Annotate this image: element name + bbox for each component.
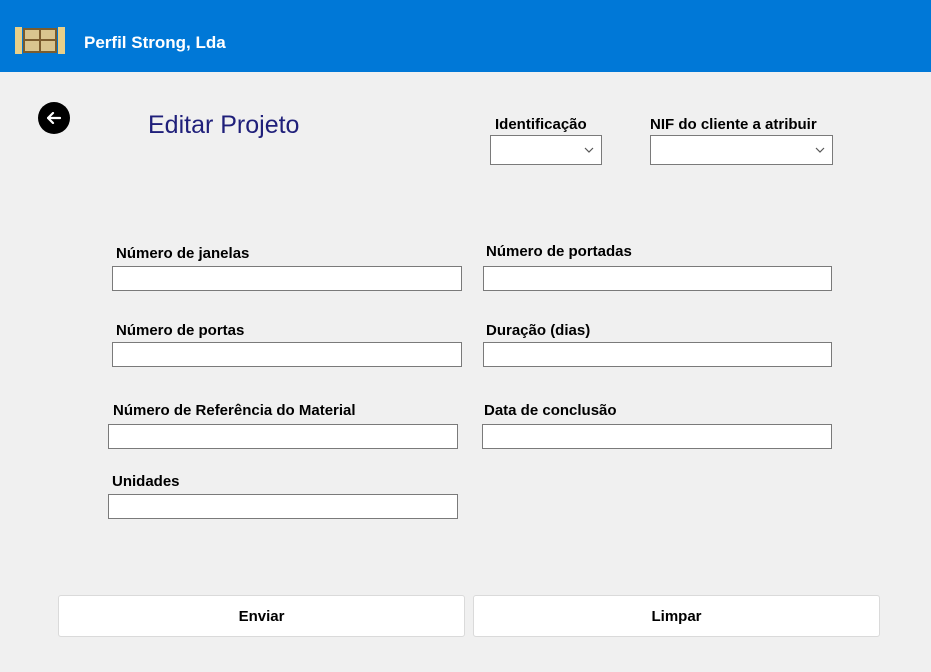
back-button[interactable] xyxy=(38,102,70,134)
unidades-label: Unidades xyxy=(112,473,180,490)
duracao-dias-label: Duração (dias) xyxy=(486,322,591,339)
ref-material-label: Número de Referência do Material xyxy=(113,402,356,419)
numero-portadas-label: Número de portadas xyxy=(486,243,632,260)
identificacao-label: Identificação xyxy=(495,116,587,133)
window-frame-icon xyxy=(15,27,65,54)
numero-portadas-field[interactable] xyxy=(483,266,832,291)
nif-cliente-label: NIF do cliente a atribuir xyxy=(650,116,817,133)
page-title: Editar Projeto xyxy=(148,111,300,139)
numero-portas-field[interactable] xyxy=(112,342,462,367)
arrow-left-icon xyxy=(47,112,61,124)
app-title: Perfil Strong, Lda xyxy=(84,33,226,52)
duracao-dias-field[interactable] xyxy=(483,342,832,367)
data-conclusao-field[interactable] xyxy=(482,424,832,449)
chevron-down-icon xyxy=(584,147,594,153)
unidades-field[interactable] xyxy=(108,494,458,519)
limpar-button[interactable]: Limpar xyxy=(473,595,880,637)
identificacao-select[interactable] xyxy=(490,135,602,165)
nif-cliente-select[interactable] xyxy=(650,135,833,165)
numero-janelas-field[interactable] xyxy=(112,266,462,291)
enviar-button[interactable]: Enviar xyxy=(58,595,465,637)
chevron-down-icon xyxy=(815,147,825,153)
data-conclusao-label: Data de conclusão xyxy=(484,402,617,419)
numero-janelas-label: Número de janelas xyxy=(116,245,250,262)
ref-material-field[interactable] xyxy=(108,424,458,449)
title-bar: Perfil Strong, Lda xyxy=(0,0,931,72)
numero-portas-label: Número de portas xyxy=(116,322,245,339)
